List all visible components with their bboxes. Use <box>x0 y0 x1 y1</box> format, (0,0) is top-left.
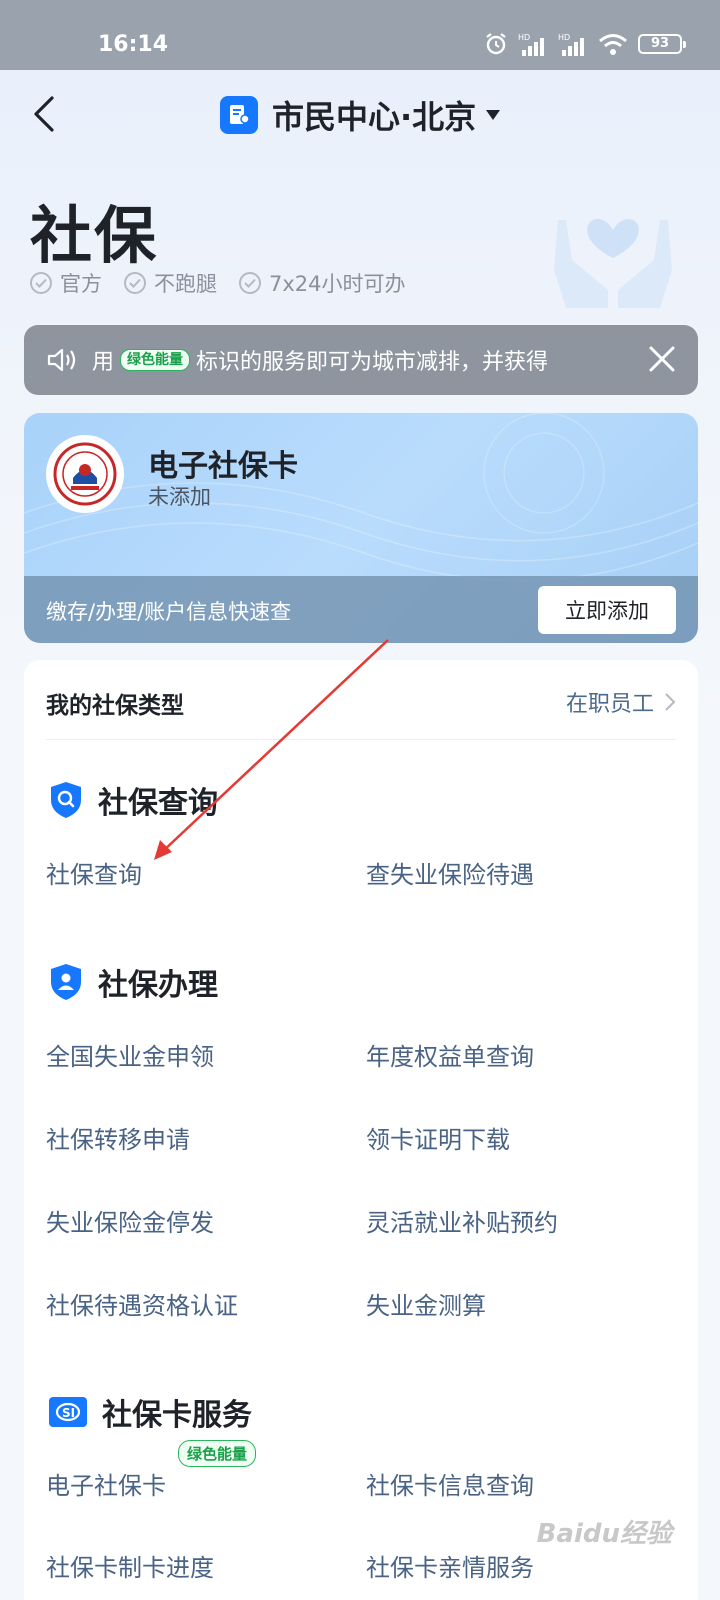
notice-body: 标识的服务即可为城市减排，并获得 <box>196 350 549 375</box>
status-bar: 16:14 HD HD 93 <box>0 0 720 70</box>
service-item[interactable]: 社保卡信息查询 <box>366 1466 534 1501</box>
nav-title: 市民中心·北京 <box>272 98 477 136</box>
signal-icon-2: HD <box>558 33 584 56</box>
watermark: Baidu经验 <box>536 1519 672 1549</box>
status-time: 16:14 <box>98 32 169 57</box>
green-energy-badge: 绿色能量 <box>120 349 191 371</box>
section-handle-header: 社保办理 <box>48 960 218 1004</box>
svg-text:HD: HD <box>518 33 530 42</box>
card-footer: 缴存/办理/账户信息快速查 立即添加 <box>24 576 698 643</box>
service-item[interactable]: 领卡证明下载 <box>366 1120 510 1155</box>
svg-text:HD: HD <box>558 33 570 42</box>
tag-24h: 7x24小时可办 <box>239 268 406 298</box>
si-card-icon: SI <box>49 1397 87 1427</box>
notice-prefix: 用 <box>92 350 115 375</box>
green-energy-badge: 绿色能量 <box>178 1440 257 1467</box>
service-item[interactable]: 年度权益单查询 <box>366 1037 534 1072</box>
nav-bar: 市民中心·北京 <box>0 70 720 160</box>
service-item[interactable]: 社保转移申请 <box>46 1120 190 1155</box>
card-description: 缴存/办理/账户信息快速查 <box>46 600 292 624</box>
shield-search-icon <box>51 782 81 818</box>
service-item[interactable]: 查失业保险待遇 <box>366 855 534 890</box>
check-circle-icon <box>30 272 52 294</box>
caret-down-icon <box>486 110 501 120</box>
notice-fade <box>568 325 628 395</box>
section-query-header: 社保查询 <box>48 778 218 822</box>
service-item[interactable]: 全国失业金申领 <box>46 1037 214 1072</box>
section-title: 社保办理 <box>98 968 218 1003</box>
tag-label: 不跑腿 <box>154 272 217 296</box>
insurance-type-value: 在职员工 <box>566 686 676 718</box>
close-icon[interactable] <box>646 343 678 375</box>
service-item[interactable]: 电子社保卡 <box>46 1466 166 1501</box>
card-status: 未添加 <box>148 485 211 509</box>
battery-icon: 93 <box>638 34 686 54</box>
social-security-card-logo-icon <box>46 435 124 513</box>
feature-tags: 官方 不跑腿 7x24小时可办 <box>30 268 406 298</box>
notice-text: 用 绿色能量 标识的服务即可为城市减排，并获得 <box>92 344 548 376</box>
shield-user-icon <box>51 964 81 1000</box>
page-title: 社保 <box>30 199 159 272</box>
tag-label: 官方 <box>60 272 102 296</box>
svg-text:SI: SI <box>62 1406 75 1420</box>
tag-official: 官方 <box>30 268 102 298</box>
battery-level: 93 <box>650 36 670 51</box>
section-title: 社保卡服务 <box>102 1398 252 1433</box>
card-pattern <box>24 413 698 582</box>
signal-icon: HD <box>518 33 544 56</box>
service-item[interactable]: 社保查询 <box>46 855 142 890</box>
service-item[interactable]: 社保待遇资格认证 <box>46 1286 238 1321</box>
tag-no-visit: 不跑腿 <box>124 268 217 298</box>
check-circle-icon <box>239 272 261 294</box>
insurance-type-label: 我的社保类型 <box>46 693 184 719</box>
service-item[interactable]: 灵活就业补贴预约 <box>366 1203 558 1238</box>
citizen-center-logo-icon <box>220 96 258 134</box>
section-title: 社保查询 <box>98 786 218 821</box>
insurance-type-text: 在职员工 <box>565 692 654 717</box>
service-item[interactable]: 社保卡亲情服务 <box>366 1548 534 1583</box>
city-selector[interactable]: 市民中心·北京 <box>220 92 501 138</box>
status-icons: HD HD 93 <box>484 32 686 56</box>
card-title: 电子社保卡 <box>148 449 298 484</box>
my-insurance-type-row[interactable]: 我的社保类型 在职员工 <box>46 660 676 740</box>
service-item[interactable]: 失业金测算 <box>366 1286 486 1321</box>
back-icon[interactable] <box>26 92 66 136</box>
section-card-header: SI 社保卡服务 <box>48 1390 252 1434</box>
alarm-icon <box>486 33 506 55</box>
services-card: 我的社保类型 在职员工 社保查询 社保查询 查失业保险待遇 社保办理 全国失业金… <box>24 660 698 1600</box>
green-energy-notice[interactable]: 用 绿色能量 标识的服务即可为城市减排，并获得 <box>24 325 698 395</box>
hands-heart-icon <box>554 219 672 308</box>
wifi-icon <box>599 34 627 55</box>
service-item[interactable]: 社保卡制卡进度 <box>46 1548 214 1583</box>
chevron-right-icon <box>665 693 676 711</box>
tag-label: 7x24小时可办 <box>269 272 406 296</box>
speaker-icon <box>47 348 76 372</box>
service-item[interactable]: 失业保险金停发 <box>46 1203 214 1238</box>
e-social-security-card[interactable]: 电子社保卡 未添加 缴存/办理/账户信息快速查 立即添加 <box>24 413 698 643</box>
add-card-button[interactable]: 立即添加 <box>538 586 676 634</box>
check-circle-icon <box>124 272 146 294</box>
